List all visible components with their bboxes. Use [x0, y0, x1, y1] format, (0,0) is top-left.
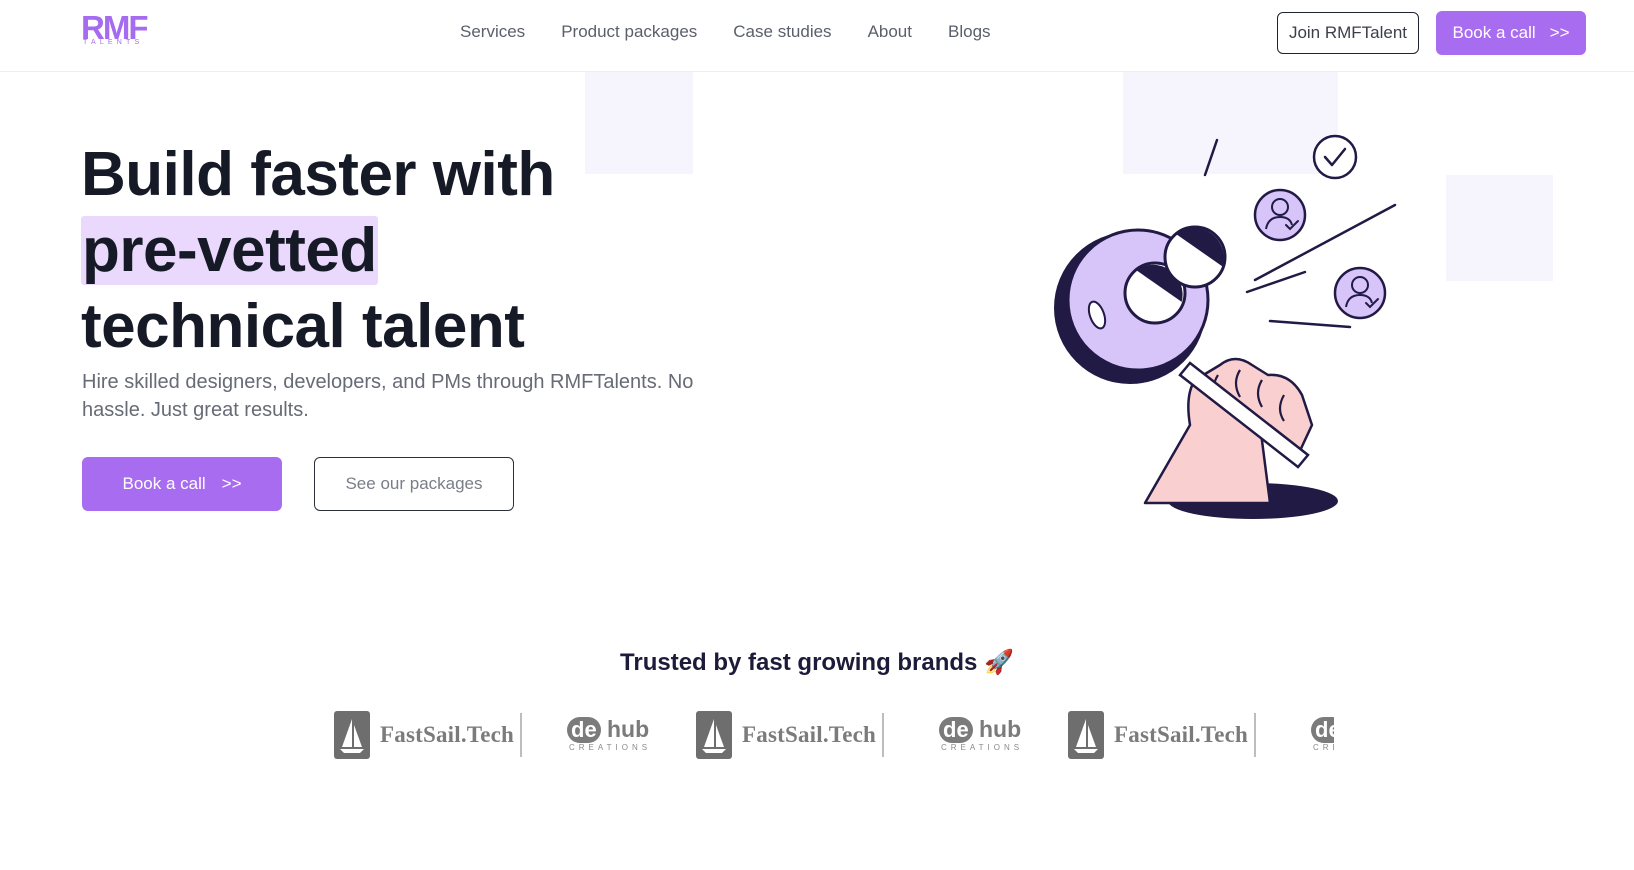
- top-navbar: RMF TALENTS Services Product packages Ca…: [0, 0, 1634, 72]
- sailboat-icon: [1068, 711, 1104, 759]
- hero-heading-line3: technical talent: [81, 292, 525, 361]
- decor-square: [585, 71, 693, 174]
- dehub-mark: de: [567, 717, 601, 743]
- decor-square: [1446, 175, 1553, 281]
- logo-divider: [520, 713, 523, 757]
- dehub-mark: de: [1311, 717, 1334, 743]
- join-button[interactable]: Join RMFTalent: [1277, 12, 1419, 54]
- hand-icon: [1143, 357, 1314, 505]
- check-circle-icon: [1312, 134, 1358, 180]
- magnifier-hand-illustration: [1054, 134, 1397, 519]
- nav-link-services[interactable]: Services: [460, 22, 525, 42]
- user-check-icon: [1333, 266, 1387, 320]
- fastsail-logo: FastSail.Tech: [1068, 705, 1257, 765]
- double-chevron-icon: >>: [1549, 23, 1570, 42]
- see-packages-button[interactable]: See our packages: [314, 457, 514, 511]
- dehub-logo: de hub CREATIONS: [567, 705, 651, 765]
- nav-book-call-button[interactable]: Book a call >>: [1436, 11, 1586, 55]
- hero-book-call-label: Book a call: [122, 474, 206, 493]
- dehub-wordmark: hub: [607, 716, 650, 742]
- brand-logo-marquee: FastSail.Tech de hub CREATIONS FastSail.…: [334, 705, 1334, 765]
- fastsail-wordmark: FastSail.Tech: [742, 722, 877, 747]
- rmf-talents-logo[interactable]: RMF TALENTS: [81, 10, 157, 48]
- trusted-brands-heading: Trusted by fast growing brands 🚀: [620, 649, 1014, 676]
- dehub-mark: de: [939, 717, 973, 743]
- user-check-icon: [1253, 188, 1307, 242]
- motion-line: [1268, 319, 1352, 329]
- sailboat-icon: [696, 711, 732, 759]
- dehub-subtext: CREATIONS: [1313, 743, 1334, 752]
- motion-line: [1203, 138, 1219, 177]
- nav-link-case-studies[interactable]: Case studies: [733, 22, 831, 42]
- hero-heading: Build faster with pre-vetted technical t…: [81, 137, 555, 365]
- nav-link-blogs[interactable]: Blogs: [948, 22, 991, 42]
- double-chevron-icon: >>: [221, 474, 242, 493]
- logo-divider: [1254, 713, 1257, 757]
- logo-subtext: TALENTS: [83, 39, 144, 46]
- dehub-subtext: CREATIONS: [941, 743, 1024, 752]
- nav-link-product-packages[interactable]: Product packages: [561, 22, 697, 42]
- hero-subtitle: Hire skilled designers, developers, and …: [82, 371, 694, 421]
- fastsail-logo: FastSail.Tech: [334, 705, 523, 765]
- fastsail-wordmark: FastSail.Tech: [1114, 722, 1249, 747]
- dehub-subtext: CREATIONS: [569, 743, 652, 752]
- motion-line: [1245, 270, 1307, 294]
- hero-book-call-button[interactable]: Book a call >>: [82, 457, 282, 511]
- main-nav: Services Product packages Case studies A…: [460, 22, 991, 42]
- hero-heading-line1: Build faster with: [81, 140, 555, 209]
- fastsail-logo: FastSail.Tech: [696, 705, 885, 765]
- nav-book-call-label: Book a call: [1452, 23, 1536, 42]
- nav-link-about[interactable]: About: [868, 22, 912, 42]
- dehub-logo: de hub CREATIONS: [1311, 705, 1334, 765]
- dehub-wordmark: hub: [979, 716, 1022, 742]
- fastsail-wordmark: FastSail.Tech: [380, 722, 515, 747]
- hero-heading-highlight: pre-vetted: [81, 216, 378, 285]
- logo-divider: [882, 713, 885, 757]
- sailboat-icon: [334, 711, 370, 759]
- dehub-logo: de hub CREATIONS: [939, 705, 1023, 765]
